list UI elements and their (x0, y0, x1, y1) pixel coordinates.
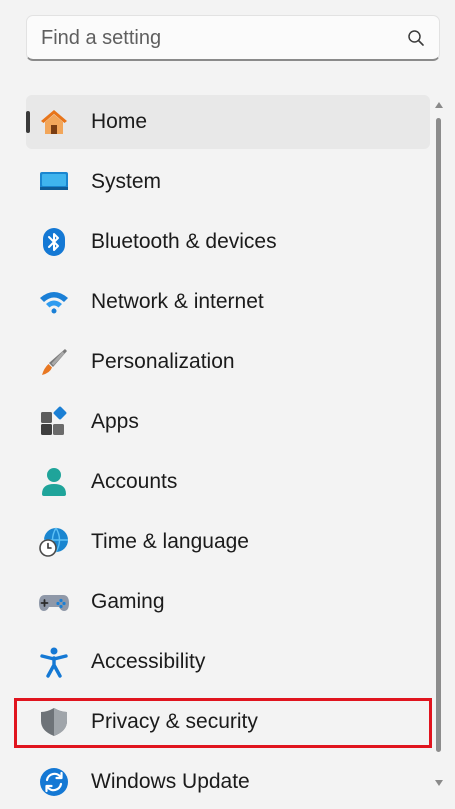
nav-label-time-language: Time & language (91, 530, 249, 553)
globe-clock-icon (38, 526, 70, 558)
nav-list: Home System Bluetooth & devices Network … (26, 95, 430, 809)
nav-item-time-language[interactable]: Time & language (26, 515, 430, 569)
nav-label-privacy-security: Privacy & security (91, 710, 258, 733)
search-icon[interactable] (407, 29, 425, 47)
system-icon (38, 166, 70, 198)
nav-item-privacy-security[interactable]: Privacy & security (26, 695, 430, 749)
nav-item-accounts[interactable]: Accounts (26, 455, 430, 509)
nav-item-gaming[interactable]: Gaming (26, 575, 430, 629)
search-box[interactable] (26, 15, 440, 61)
nav-label-accounts: Accounts (91, 470, 178, 493)
account-icon (38, 466, 70, 498)
scroll-up-arrow-icon[interactable] (434, 100, 444, 110)
nav-item-system[interactable]: System (26, 155, 430, 209)
nav-item-network[interactable]: Network & internet (26, 275, 430, 329)
apps-icon (38, 406, 70, 438)
nav-item-bluetooth[interactable]: Bluetooth & devices (26, 215, 430, 269)
brush-icon (38, 346, 70, 378)
wifi-icon (38, 286, 70, 318)
nav-item-home[interactable]: Home (26, 95, 430, 149)
settings-sidebar: Home System Bluetooth & devices (0, 0, 455, 809)
nav-label-personalization: Personalization (91, 350, 235, 373)
nav-label-accessibility: Accessibility (91, 650, 206, 673)
nav-item-accessibility[interactable]: Accessibility (26, 635, 430, 689)
nav-item-apps[interactable]: Apps (26, 395, 430, 449)
search-input[interactable] (41, 16, 381, 60)
gamepad-icon (38, 586, 70, 618)
nav-label-windows-update: Windows Update (91, 770, 250, 793)
nav-label-network: Network & internet (91, 290, 264, 313)
scroll-down-arrow-icon[interactable] (434, 778, 444, 788)
nav-item-personalization[interactable]: Personalization (26, 335, 430, 389)
shield-icon (38, 706, 70, 738)
update-icon (38, 766, 70, 798)
nav-label-bluetooth: Bluetooth & devices (91, 230, 277, 253)
accessibility-icon (38, 646, 70, 678)
active-indicator (26, 111, 30, 133)
home-icon (38, 106, 70, 138)
nav-label-apps: Apps (91, 410, 139, 433)
nav-item-windows-update[interactable]: Windows Update (26, 755, 430, 809)
scrollbar[interactable] (432, 96, 446, 796)
scrollbar-thumb[interactable] (436, 118, 441, 752)
nav-label-home: Home (91, 110, 148, 133)
nav-label-gaming: Gaming (91, 590, 165, 613)
bluetooth-icon (38, 226, 70, 258)
nav-label-system: System (91, 170, 162, 193)
